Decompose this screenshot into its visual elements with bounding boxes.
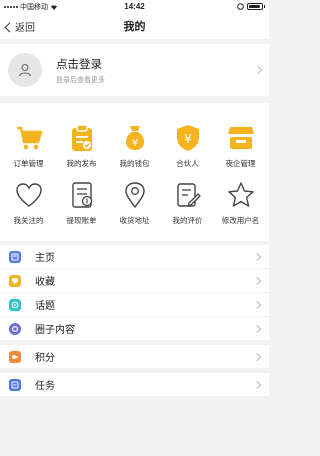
carrier-label: 中国移动 (20, 3, 48, 11)
alarm-icon (237, 3, 244, 10)
points-icon (9, 350, 21, 363)
chevron-right-icon (252, 300, 262, 309)
back-label: 返回 (15, 23, 35, 34)
grid-item-partner[interactable]: ¥ 合伙人 (161, 123, 214, 181)
svg-text:¥: ¥ (184, 132, 192, 146)
shop-icon (226, 123, 256, 153)
grid-label: 合伙人 (176, 159, 199, 168)
avatar (8, 53, 42, 87)
clock: 14:42 (124, 2, 145, 11)
grid-item-orders[interactable]: 订单管理 (2, 123, 55, 181)
menu-item-label: 话题 (35, 301, 55, 312)
circle-icon (9, 322, 21, 335)
tasks-icon (9, 378, 21, 391)
grid-item-change-username[interactable]: 修改用户名 (214, 181, 267, 241)
bill-icon (68, 181, 96, 209)
grid-item-following[interactable]: 我关注的 (2, 181, 55, 241)
chevron-right-icon (252, 324, 262, 333)
status-bar: 中国移动 14:42 (0, 0, 269, 13)
topic-icon (9, 298, 21, 311)
heart-icon (15, 181, 43, 209)
edit-icon (174, 181, 202, 209)
menu-item-home[interactable]: 主页 (0, 245, 269, 268)
chevron-right-icon (252, 252, 262, 261)
location-icon (121, 181, 149, 209)
login-title: 点击登录 (56, 58, 102, 71)
grid-label: 夜企管理 (225, 159, 256, 168)
feature-grid-primary: 订单管理 我的发布 ¥ 我的钱包 ¥ 合伙人 夜企管理 (0, 103, 269, 181)
home-icon (9, 250, 21, 263)
grid-label: 修改用户名 (221, 216, 260, 225)
menu-item-label: 收藏 (35, 277, 55, 288)
grid-item-address[interactable]: 收货地址 (108, 181, 161, 241)
grid-item-wallet[interactable]: ¥ 我的钱包 (108, 123, 161, 181)
star-icon (227, 181, 255, 209)
wifi-icon (51, 4, 57, 10)
moneybag-icon: ¥ (120, 123, 150, 153)
favorites-icon (9, 274, 21, 287)
grid-label: 我的钱包 (119, 159, 150, 168)
shield-yen-icon: ¥ (173, 123, 203, 153)
grid-item-my-posts[interactable]: 我的发布 (55, 123, 108, 181)
svg-text:¥: ¥ (131, 138, 137, 149)
grid-item-withdraw-bill[interactable]: 提现账单 (55, 181, 108, 241)
menu-item-label: 任务 (35, 381, 55, 392)
signal-icon (4, 5, 18, 8)
page-title: 我的 (123, 21, 146, 33)
login-subtitle: 登录后查看更多 (56, 76, 105, 84)
menu-item-label: 积分 (35, 353, 55, 364)
user-icon (18, 63, 32, 77)
menu-item-label: 圈子内容 (35, 325, 75, 336)
grid-label: 收货地址 (119, 216, 150, 225)
menu-list: 主页 收藏 话题 圈子内容 积分 任务 (0, 245, 269, 397)
menu-item-circle-content[interactable]: 圈子内容 (0, 317, 269, 340)
nav-bar: 返回 我的 (0, 13, 269, 39)
grid-item-my-reviews[interactable]: 我的评价 (161, 181, 214, 241)
grid-label: 我的发布 (66, 159, 97, 168)
grid-label: 我关注的 (13, 216, 44, 225)
grid-label: 提现账单 (66, 216, 97, 225)
chevron-left-icon (4, 22, 15, 32)
chevron-right-icon (252, 380, 262, 389)
chevron-right-icon (252, 352, 262, 361)
chevron-right-icon (252, 276, 262, 285)
menu-item-favorites[interactable]: 收藏 (0, 269, 269, 292)
menu-item-label: 主页 (35, 253, 55, 264)
back-button[interactable]: 返回 (4, 19, 35, 34)
chevron-right-icon (253, 65, 263, 75)
menu-item-tasks[interactable]: 任务 (0, 373, 269, 396)
menu-item-points[interactable]: 积分 (0, 345, 269, 368)
battery-icon (247, 3, 265, 10)
feature-grid-secondary: 我关注的 提现账单 收货地址 我的评价 修改用户名 (0, 181, 269, 241)
menu-item-topics[interactable]: 话题 (0, 293, 269, 316)
grid-item-night-business[interactable]: 夜企管理 (214, 123, 267, 181)
clipboard-icon (67, 123, 97, 153)
grid-label: 我的评价 (172, 216, 203, 225)
cart-icon (14, 123, 44, 153)
login-card[interactable]: 点击登录 登录后查看更多 (0, 44, 269, 96)
grid-label: 订单管理 (13, 159, 44, 168)
